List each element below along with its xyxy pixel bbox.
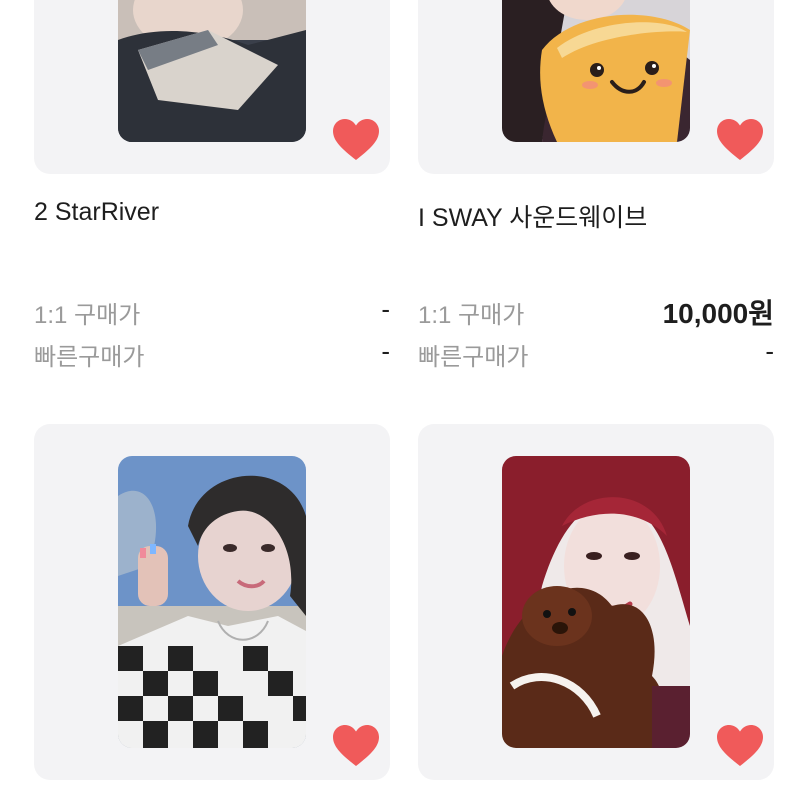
price-label-fast: 빠른구매가 [34, 344, 145, 371]
heart-icon[interactable] [716, 118, 764, 162]
heart-icon[interactable] [716, 724, 764, 768]
product-photo [118, 456, 306, 748]
price-value-fast: - [765, 336, 774, 366]
product-card-2[interactable] [418, 0, 774, 174]
price-value-1to1: - [381, 294, 390, 324]
price-label-fast: 빠른구매가 [418, 344, 529, 371]
product-photo [502, 456, 690, 748]
heart-icon[interactable] [332, 118, 380, 162]
price-label-1to1: 1:1 구매가 [34, 302, 141, 329]
product-title[interactable]: I SWAY 사운드웨이브 [418, 198, 647, 234]
product-photo [118, 0, 306, 142]
product-title[interactable]: 2 StarRiver [34, 198, 159, 227]
product-photo [502, 0, 690, 142]
product-card-3[interactable] [34, 424, 390, 780]
product-card-4[interactable] [418, 424, 774, 780]
price-value-fast: - [381, 336, 390, 366]
product-card-1[interactable] [34, 0, 390, 174]
price-label-1to1: 1:1 구매가 [418, 302, 525, 329]
heart-icon[interactable] [332, 724, 380, 768]
price-value-1to1: 10,000원 [662, 298, 774, 329]
